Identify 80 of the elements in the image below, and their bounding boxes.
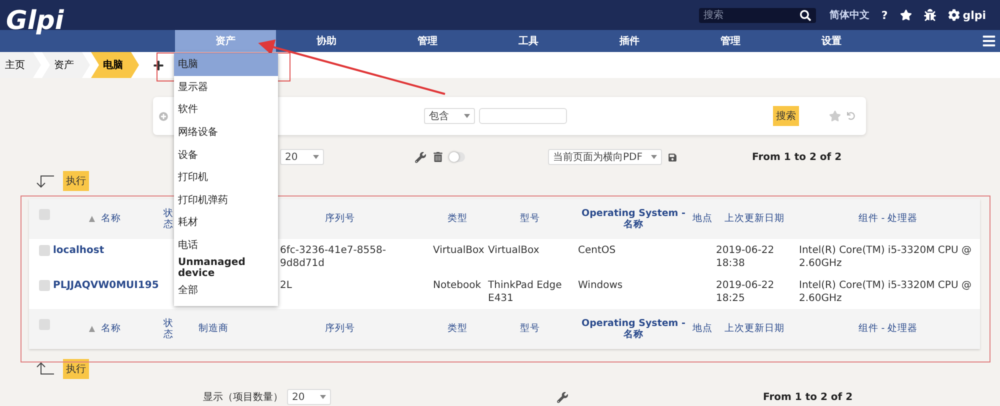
column-header[interactable]: 型号 — [485, 309, 575, 349]
column-header[interactable]: Operating System - 名称 — [575, 309, 692, 349]
search-field[interactable]: 搜索 — [699, 8, 816, 22]
wrench-icon[interactable] — [415, 152, 426, 162]
nav-tab[interactable]: 协助 — [276, 30, 377, 52]
execute-button[interactable]: 执行 — [63, 359, 89, 379]
column-header[interactable]: 类型 — [430, 199, 485, 239]
search-button[interactable]: 搜索 — [773, 106, 799, 126]
menu-item[interactable]: 设备 — [174, 143, 278, 166]
menu-item[interactable]: 显示器 — [174, 76, 278, 98]
nav-tab[interactable]: 插件 — [579, 30, 680, 52]
menu-item[interactable]: 电脑 — [174, 53, 278, 76]
column-header[interactable]: 上次更新日期 — [713, 309, 796, 349]
computer-link[interactable]: localhost — [53, 245, 104, 256]
column-header[interactable]: Operating System - 名称 — [575, 199, 692, 239]
column-header[interactable]: ▲ 名称 — [50, 199, 160, 239]
table-cell-text: ThinkPad Edge E431 — [487, 279, 563, 306]
nav-tab[interactable]: 管理 — [680, 30, 781, 52]
export-select[interactable]: 当前页面为横向PDF — [548, 149, 662, 165]
sort-arrow: ▲ — [88, 214, 96, 224]
star-icon[interactable] — [829, 110, 841, 122]
criterion-input[interactable] — [479, 108, 567, 124]
sort-arrow: ▲ — [88, 324, 96, 334]
column-header[interactable]: 地点 — [692, 309, 713, 349]
nav-tab[interactable]: 设置 — [781, 30, 882, 52]
menu-item[interactable]: 全部 — [174, 278, 278, 302]
column-header[interactable]: 类型 — [430, 309, 485, 349]
wrench-icon[interactable] — [557, 392, 568, 402]
table-cell-text: VirtualBox — [487, 244, 540, 258]
column-header[interactable]: 状态 — [160, 309, 177, 349]
table-cell-text: 2019-06-22 18:25 — [715, 279, 776, 306]
glpi-logo[interactable]: Glpi — [0, 0, 175, 52]
table-cell-text: CentOS — [577, 244, 617, 258]
table-cell-text: 2019-06-22 18:38 — [715, 244, 776, 270]
trash-icon[interactable] — [433, 152, 443, 162]
language-link[interactable]: 简体中文 — [829, 8, 870, 22]
table-cell-text: 6fc-3236-41e7-8558-9d8d71d — [279, 244, 387, 270]
toggle-switch[interactable] — [449, 152, 465, 162]
column-header[interactable]: 制造商 — [177, 309, 250, 349]
operator-select[interactable]: 包含 — [424, 108, 475, 124]
table-cell-text: Windows — [577, 279, 624, 293]
table-cell-text: VirtualBox — [432, 244, 485, 258]
table-cell-text: 2L — [279, 279, 293, 293]
star-icon[interactable] — [900, 9, 912, 21]
nav-tab[interactable]: 管理 — [377, 30, 478, 52]
execute-button[interactable]: 执行 — [63, 171, 89, 191]
user-menu[interactable]: glpi — [948, 8, 986, 22]
row-checkbox[interactable] — [39, 245, 50, 256]
gear-icon — [948, 9, 960, 21]
breadcrumb-item[interactable]: 电脑 — [91, 52, 139, 78]
per-page-label: 显示（项目数量） — [203, 391, 283, 404]
menu-item[interactable]: 网络设备 — [174, 120, 278, 144]
table-cell-text: Intel(R) Core(TM) i5-3320M CPU @ 2.60GHz — [798, 244, 972, 270]
arrow-down-icon — [35, 174, 55, 188]
column-header[interactable]: 上次更新日期 — [713, 199, 796, 239]
column-header[interactable]: 组件 - 处理器 — [796, 199, 980, 239]
menu-item[interactable]: 打印机 — [174, 166, 278, 189]
pagination-text: From 1 to 2 of 2 — [763, 392, 853, 402]
row-checkbox[interactable] — [39, 280, 50, 291]
column-header[interactable]: ▲ 名称 — [50, 309, 160, 349]
nav-tab[interactable]: 工具 — [478, 30, 579, 52]
breadcrumb-item[interactable]: 资产 — [42, 52, 90, 78]
menu-item[interactable]: 软件 — [174, 98, 278, 121]
menu-item[interactable]: Unmanaged device — [174, 256, 278, 279]
help-link[interactable]: ? — [881, 8, 888, 22]
computer-link[interactable]: PLJJAQVW0MUI195 — [53, 280, 159, 291]
add-icon[interactable] — [153, 60, 164, 70]
column-header[interactable]: 地点 — [692, 199, 713, 239]
per-page-select[interactable]: 20 — [287, 389, 331, 405]
save-icon[interactable] — [668, 152, 677, 162]
arrow-up-icon — [35, 362, 55, 376]
column-header[interactable]: 型号 — [485, 199, 575, 239]
table-cell-text: Notebook — [432, 279, 482, 293]
table-cell-text: Intel(R) Core(TM) i5-3320M CPU @ 2.60GHz — [798, 279, 972, 306]
pagination-text: From 1 to 2 of 2 — [752, 152, 842, 162]
column-header[interactable]: 序列号 — [250, 309, 430, 349]
bug-icon[interactable] — [924, 9, 936, 21]
column-header[interactable]: 组件 - 处理器 — [796, 309, 980, 349]
per-page-select[interactable]: 20 — [280, 149, 324, 165]
breadcrumb-item[interactable]: 主页 — [0, 52, 41, 78]
